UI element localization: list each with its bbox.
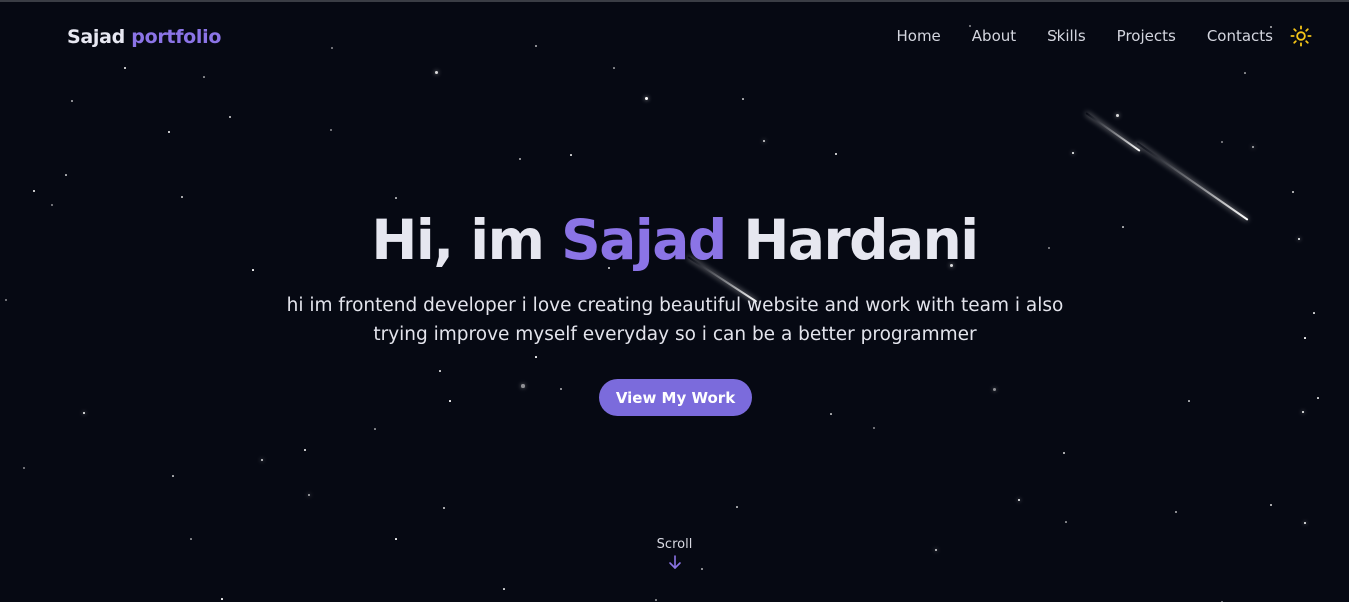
star — [330, 129, 332, 131]
nav-item-home[interactable]: Home — [896, 27, 940, 45]
star — [443, 507, 445, 509]
star — [1292, 191, 1294, 193]
star — [395, 197, 397, 199]
star — [1317, 397, 1319, 399]
star — [33, 190, 35, 192]
star — [1313, 312, 1315, 314]
star — [992, 387, 996, 391]
star — [221, 598, 223, 600]
star — [1270, 504, 1272, 506]
star — [307, 493, 311, 497]
hero-title: Hi, im Sajad Hardani — [0, 208, 1349, 272]
page: Sajad portfolio Home About Skills Projec… — [0, 0, 1349, 602]
star — [521, 384, 525, 388]
star — [535, 45, 537, 47]
star — [613, 67, 615, 69]
star — [181, 196, 183, 198]
star — [374, 428, 376, 430]
star — [1304, 337, 1306, 339]
star — [1017, 498, 1021, 502]
star — [71, 100, 73, 102]
nav-item-about[interactable]: About — [972, 27, 1016, 45]
star — [535, 356, 537, 358]
star — [449, 400, 451, 402]
hero-first-name: Sajad — [561, 208, 727, 272]
star — [519, 158, 521, 160]
logo-accent: portfolio — [131, 26, 222, 48]
nav-item-skills[interactable]: Skills — [1047, 27, 1086, 45]
scroll-indicator[interactable]: Scroll — [0, 537, 1349, 574]
star — [172, 475, 174, 477]
star — [124, 67, 126, 69]
star — [1301, 410, 1305, 414]
hero-last-name: Hardani — [743, 208, 979, 272]
star — [736, 506, 738, 508]
star — [434, 70, 438, 74]
star — [51, 204, 53, 206]
star — [229, 116, 231, 118]
nav-item-projects[interactable]: Projects — [1117, 27, 1176, 45]
star — [1188, 400, 1190, 402]
star — [1221, 141, 1223, 143]
star — [23, 467, 25, 469]
star — [1251, 145, 1255, 149]
star — [835, 153, 837, 155]
star — [655, 599, 657, 601]
star — [1244, 72, 1246, 74]
view-my-work-button[interactable]: View My Work — [599, 379, 752, 416]
star — [331, 47, 333, 49]
star — [742, 98, 744, 100]
star — [503, 588, 505, 590]
star — [260, 458, 264, 462]
star — [762, 139, 766, 143]
star — [570, 154, 572, 156]
star — [1071, 151, 1075, 155]
star — [1065, 521, 1067, 523]
theme-toggle-button[interactable] — [1289, 24, 1313, 48]
star — [830, 413, 832, 415]
star — [1303, 521, 1307, 525]
sun-icon — [1290, 25, 1312, 47]
star — [1115, 113, 1119, 117]
star — [5, 299, 7, 301]
site-logo[interactable]: Sajad portfolio — [67, 26, 221, 48]
star — [168, 131, 170, 133]
star — [560, 388, 562, 390]
star — [304, 449, 306, 451]
logo-name: Sajad — [67, 26, 125, 48]
nav-item-contacts[interactable]: Contacts — [1207, 27, 1273, 45]
star — [82, 411, 86, 415]
star — [1063, 452, 1065, 454]
star — [203, 76, 205, 78]
star — [873, 427, 875, 429]
scroll-label: Scroll — [656, 537, 693, 552]
star — [1175, 511, 1177, 513]
hero-description: hi im frontend developer i love creating… — [286, 295, 1064, 345]
shooting-star — [1085, 112, 1141, 152]
star — [644, 96, 648, 100]
star — [439, 370, 441, 372]
hero-greeting: Hi, im — [371, 208, 545, 272]
main-nav: Home About Skills Projects Contacts — [896, 24, 1313, 48]
arrow-down-icon — [668, 555, 681, 569]
star — [65, 174, 67, 176]
